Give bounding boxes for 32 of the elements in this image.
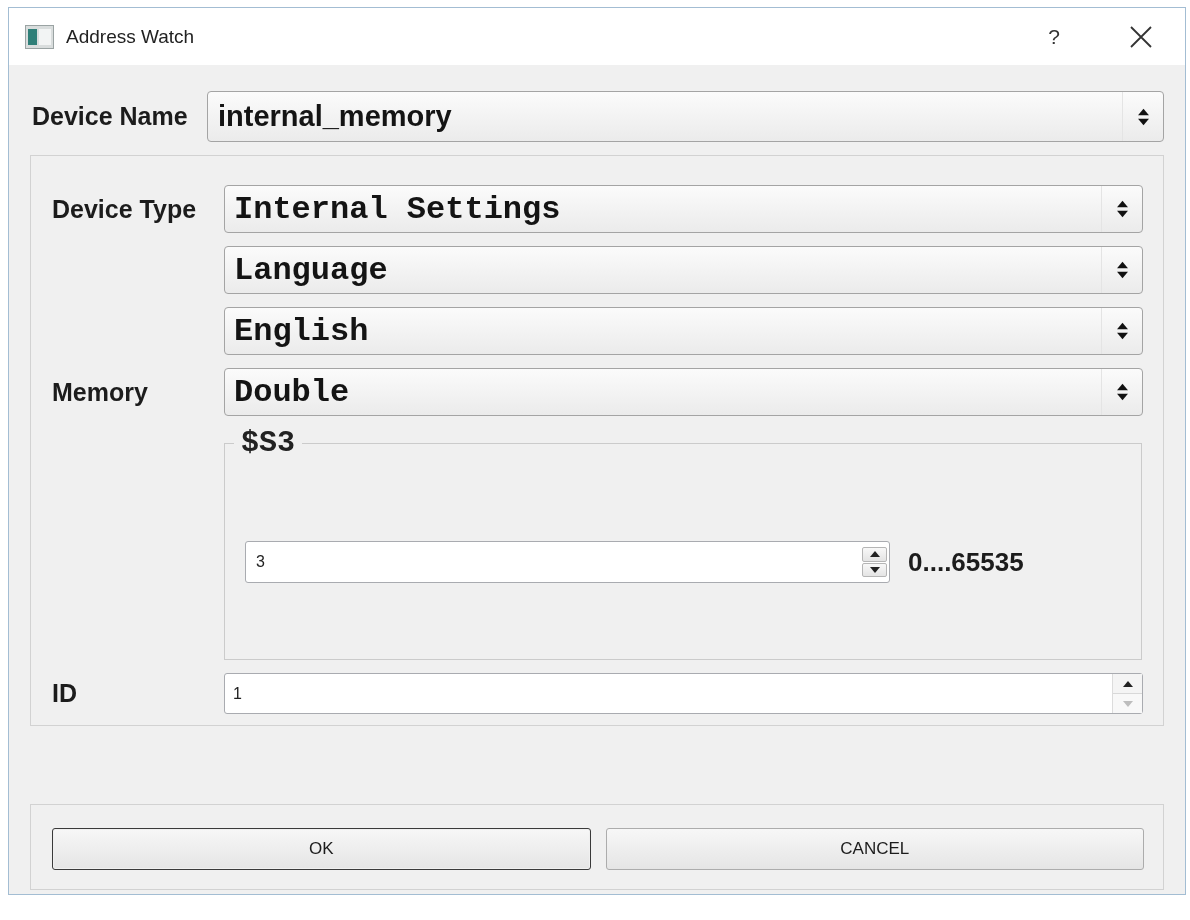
dropdown[interactable]: English <box>224 307 1143 355</box>
up-down-caret-icon <box>1115 199 1129 219</box>
window-icon <box>25 24 54 49</box>
dropdown[interactable]: Internal Settings <box>224 185 1143 233</box>
dropdown[interactable]: Double <box>224 368 1143 416</box>
step-up-button[interactable] <box>1113 674 1142 693</box>
spin-box[interactable]: 3 <box>245 541 890 583</box>
caret-up-icon <box>869 551 880 558</box>
caret-down-icon <box>1122 700 1133 707</box>
up-down-caret-icon <box>1115 260 1129 280</box>
up-down-caret-icon <box>1136 106 1150 127</box>
dialog-button[interactable]: OK <box>52 828 591 870</box>
field-label: Device Type <box>52 194 197 224</box>
dropdown[interactable]: internal_memory <box>207 91 1164 142</box>
caret-down-icon <box>869 566 880 573</box>
window-title: Address Watch <box>66 25 195 48</box>
group-title: $S3 <box>240 428 296 458</box>
step-up-button[interactable] <box>862 547 887 562</box>
field-label: Device Name <box>31 102 189 131</box>
up-down-caret-icon <box>1115 321 1129 341</box>
close-button[interactable] <box>1130 25 1152 48</box>
spin-box[interactable]: 1 <box>224 673 1143 714</box>
step-down-button[interactable] <box>862 562 887 577</box>
field-label: Memory <box>52 377 148 407</box>
dialog-button[interactable]: CANCEL <box>605 828 1144 870</box>
range-label: 0....65535 <box>908 546 1024 578</box>
help-button[interactable]: ? <box>1048 26 1060 47</box>
up-down-caret-icon <box>1115 382 1129 402</box>
close-icon <box>1130 25 1152 48</box>
field-label: ID <box>52 679 77 708</box>
caret-up-icon <box>1122 680 1133 687</box>
dropdown[interactable]: Language <box>224 246 1143 294</box>
